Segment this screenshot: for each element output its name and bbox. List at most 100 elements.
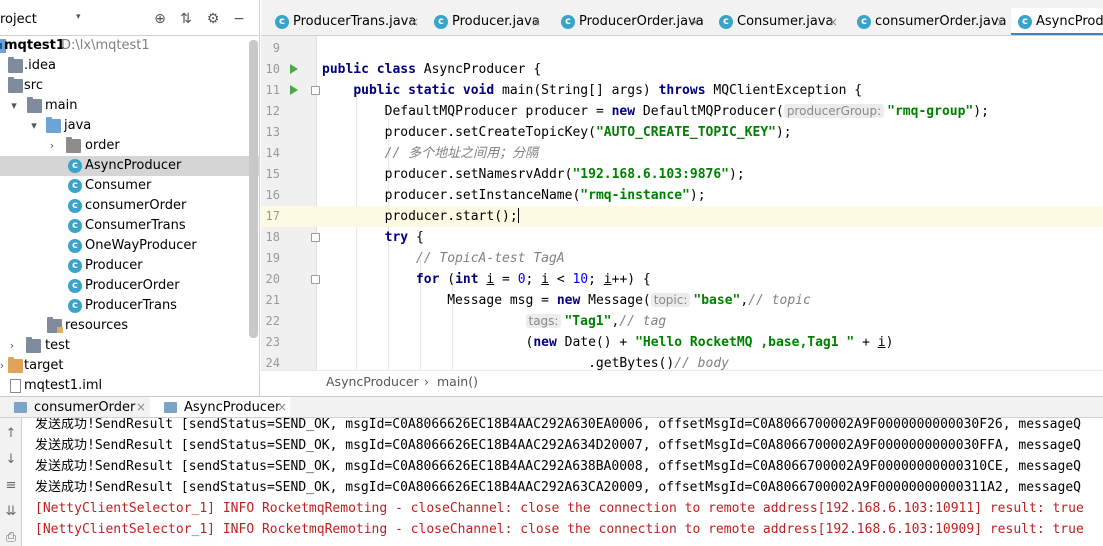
- tree-item-consumertrans[interactable]: c ConsumerTrans: [0, 216, 248, 236]
- code-line-24[interactable]: 24 .getBytes()// body: [261, 353, 1103, 370]
- tree-item-label: mqtest1.iml: [24, 378, 103, 393]
- tree-item-label: test: [45, 338, 70, 353]
- tree-item-resources[interactable]: resources: [0, 316, 248, 336]
- breadcrumb-method[interactable]: main(): [437, 371, 478, 393]
- tab-producertrans[interactable]: c ProducerTrans.java ×: [268, 8, 419, 35]
- soft-wrap-icon[interactable]: ≡: [3, 478, 19, 494]
- tab-label: AsyncProdu: [1036, 14, 1103, 29]
- tab-label: Consumer.java: [737, 14, 834, 29]
- close-icon[interactable]: ×: [531, 8, 541, 35]
- console-line: [NettyClientSelector_1] INFO RocketmqRem…: [35, 501, 1084, 516]
- code-line-22[interactable]: 22 tags: "Tag1",// tag: [261, 311, 1103, 332]
- arrow-up-icon[interactable]: ↑: [3, 426, 19, 442]
- tree-item-main[interactable]: ▾ main: [0, 96, 248, 116]
- tree-item-mqtest1-iml[interactable]: mqtest1.iml: [0, 376, 248, 396]
- run-config-icon: [14, 402, 27, 413]
- scroll-to-end-icon[interactable]: ⇊: [3, 504, 19, 520]
- tree-item-producertrans[interactable]: c ProducerTrans: [0, 296, 248, 316]
- run-tab-asyncproducer[interactable]: AsyncProducer ×: [150, 397, 290, 417]
- code-line-11[interactable]: 11 public static void main(String[] args…: [261, 80, 1103, 101]
- line-number: 18: [265, 230, 280, 244]
- tree-item-java[interactable]: ▾ java: [0, 116, 248, 136]
- expand-arrow-icon[interactable]: ▾: [8, 96, 20, 116]
- print-icon[interactable]: ⎙: [3, 530, 19, 546]
- tree-item-label: .idea: [24, 58, 56, 73]
- fold-icon[interactable]: [311, 86, 320, 95]
- code-line-13[interactable]: 13 producer.setCreateTopicKey("AUTO_CREA…: [261, 122, 1103, 143]
- tree-item-label: OneWayProducer: [85, 238, 197, 253]
- code-line-15[interactable]: 15 producer.setNamesrvAddr("192.168.6.10…: [261, 164, 1103, 185]
- line-number: 24: [265, 356, 280, 370]
- tree-item-target[interactable]: › target: [0, 356, 248, 376]
- expand-arrow-icon[interactable]: ›: [6, 336, 18, 356]
- tree-item-label: Consumer: [85, 178, 152, 193]
- run-icon[interactable]: [290, 64, 298, 74]
- collapse-icon[interactable]: ⇅: [178, 11, 194, 27]
- code-keyword: for: [415, 272, 448, 287]
- parameter-hint: producerGroup:: [783, 104, 885, 118]
- code-line-10[interactable]: 10 public class AsyncProducer {: [261, 59, 1103, 80]
- tab-consumer[interactable]: c Consumer.java ×: [712, 8, 838, 35]
- breadcrumb-class[interactable]: AsyncProducer: [326, 371, 419, 393]
- fold-icon[interactable]: [311, 275, 320, 284]
- code-line-18[interactable]: 18 try {: [261, 227, 1103, 248]
- code-editor[interactable]: 9 10 public class AsyncProducer { 11 pub…: [261, 36, 1103, 370]
- close-icon[interactable]: ×: [996, 8, 1006, 35]
- close-icon[interactable]: ×: [690, 8, 700, 35]
- project-tool-window: roject ▾ ⊕ ⇅ ⚙ − mqtest1 D:\lx\mqtest1 .…: [0, 0, 260, 396]
- tab-producer[interactable]: c Producer.java ×: [427, 8, 542, 35]
- minimize-icon[interactable]: −: [231, 11, 247, 27]
- console-output[interactable]: 发送成功!SendResult [sendStatus=SEND_OK, msg…: [23, 418, 1103, 546]
- code-line-16[interactable]: 16 producer.setInstanceName("rmq-instanc…: [261, 185, 1103, 206]
- tree-item-label: order: [85, 138, 120, 153]
- tree-item-consumer[interactable]: c Consumer: [0, 176, 248, 196]
- tree-item-asyncproducer[interactable]: c AsyncProducer: [0, 156, 259, 176]
- tree-item-producerorder[interactable]: c ProducerOrder: [0, 276, 248, 296]
- tree-item-consumerorder[interactable]: c consumerOrder: [0, 196, 248, 216]
- view-dropdown-icon[interactable]: ▾: [76, 12, 81, 22]
- close-icon[interactable]: ×: [828, 8, 838, 35]
- code-string: "base": [693, 293, 741, 308]
- code-line-19[interactable]: 19 // TopicA-test TagA: [261, 248, 1103, 269]
- run-tab-bar: consumerOrder × AsyncProducer ×: [0, 396, 1103, 418]
- class-icon: c: [561, 15, 575, 29]
- close-icon[interactable]: ×: [409, 8, 419, 35]
- run-icon[interactable]: [290, 85, 298, 95]
- tab-producerorder[interactable]: c ProducerOrder.java ×: [554, 8, 704, 35]
- tree-item-idea[interactable]: .idea: [0, 56, 248, 76]
- gear-icon[interactable]: ⚙: [205, 11, 221, 27]
- code-line-20[interactable]: 20 for (int i = 0; i < 10; i++) {: [261, 269, 1103, 290]
- code-comment: // 多个地址之间用；分隔: [384, 146, 539, 161]
- folder-icon: [8, 77, 23, 93]
- project-view-title[interactable]: roject: [0, 12, 37, 27]
- code-line-23[interactable]: 23 (new Date() + "Hello RocketMQ ,base,T…: [261, 332, 1103, 353]
- tab-consumerorder[interactable]: c consumerOrder.java ×: [850, 8, 1008, 35]
- target-icon[interactable]: ⊕: [152, 11, 168, 27]
- code-keyword: new: [611, 104, 643, 119]
- arrow-down-icon[interactable]: ↓: [3, 452, 19, 468]
- tree-item-test[interactable]: › test: [0, 336, 248, 356]
- tree-item-onewayproducer[interactable]: c OneWayProducer: [0, 236, 248, 256]
- code-line-12[interactable]: 12 DefaultMQProducer producer = new Defa…: [261, 101, 1103, 122]
- class-icon: c: [68, 279, 82, 293]
- code-line-9[interactable]: 9: [261, 38, 1103, 59]
- expand-arrow-icon[interactable]: ▾: [28, 116, 40, 136]
- expand-arrow-icon[interactable]: ›: [46, 136, 58, 156]
- tree-item-src[interactable]: src: [0, 76, 248, 96]
- expand-arrow-icon[interactable]: ›: [0, 356, 8, 376]
- code-text: =: [494, 272, 518, 287]
- tab-asyncproducer[interactable]: c AsyncProdu: [1011, 8, 1103, 35]
- code-line-21[interactable]: 21 Message msg = new Message(topic: "base…: [261, 290, 1103, 311]
- fold-icon[interactable]: [311, 233, 320, 242]
- tree-item-mqtest1[interactable]: mqtest1 D:\lx\mqtest1: [0, 36, 248, 56]
- code-line-14[interactable]: 14 // 多个地址之间用；分隔: [261, 143, 1103, 164]
- close-icon[interactable]: ×: [277, 397, 287, 417]
- tree-item-producer[interactable]: c Producer: [0, 256, 248, 276]
- tree-item-label: ConsumerTrans: [85, 218, 186, 233]
- code-line-17[interactable]: 17 producer.start();: [261, 206, 1103, 227]
- tree-item-label: main: [45, 98, 78, 113]
- close-icon[interactable]: ×: [136, 397, 146, 417]
- tree-scrollbar[interactable]: [249, 40, 258, 338]
- tree-item-order[interactable]: › order: [0, 136, 248, 156]
- run-tab-consumerorder[interactable]: consumerOrder ×: [0, 397, 148, 417]
